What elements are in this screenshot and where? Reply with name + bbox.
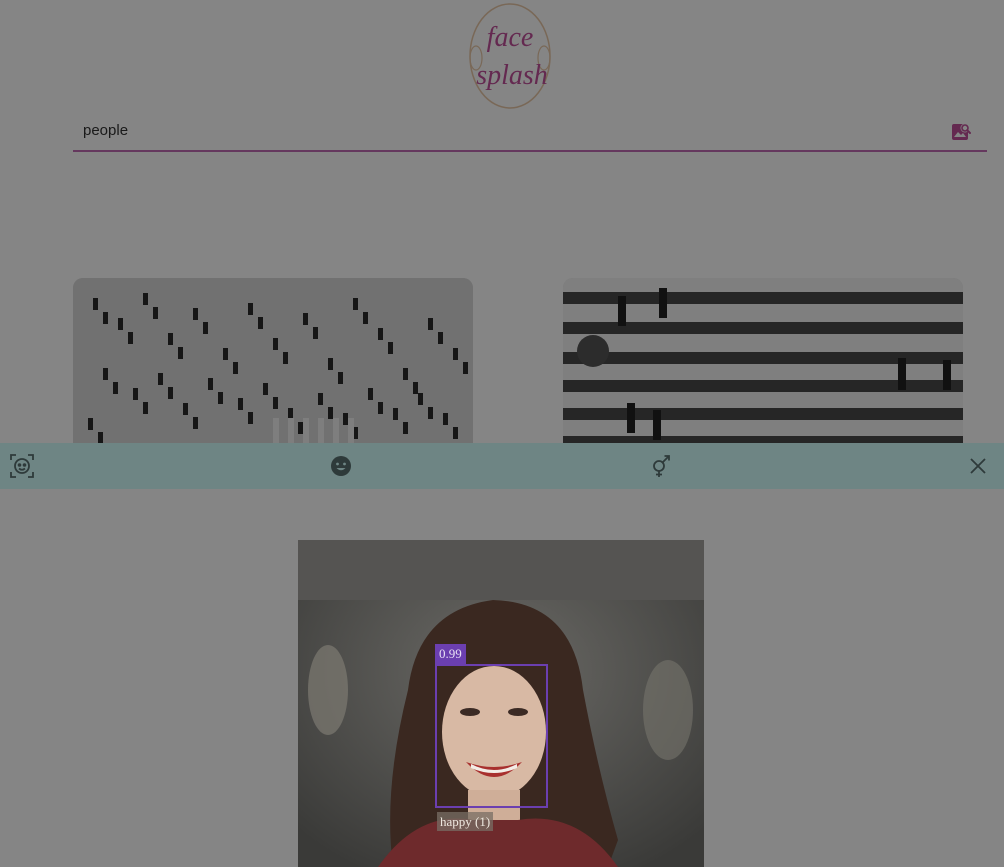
logo-text-face: face [487,22,534,53]
result-image-crosswalk[interactable] [563,278,963,443]
close-icon[interactable] [964,452,992,480]
logo-text-splash: splash [476,60,548,91]
image-search-icon[interactable] [949,120,973,144]
search-input[interactable] [83,120,903,140]
search-bar [73,110,987,152]
emotion-smiley-icon[interactable] [327,452,355,480]
face-bounding-box [435,664,548,808]
app-logo: face splash [462,0,558,112]
analyzed-photo: 0.99 happy (1) [298,540,704,867]
result-image-crowd[interactable] [73,278,473,443]
face-detect-icon[interactable] [8,452,36,480]
emotion-label: happy (1) [437,812,494,831]
analysis-toolbar [0,443,1004,489]
confidence-score-label: 0.99 [435,644,466,664]
gender-icon[interactable] [647,452,675,480]
